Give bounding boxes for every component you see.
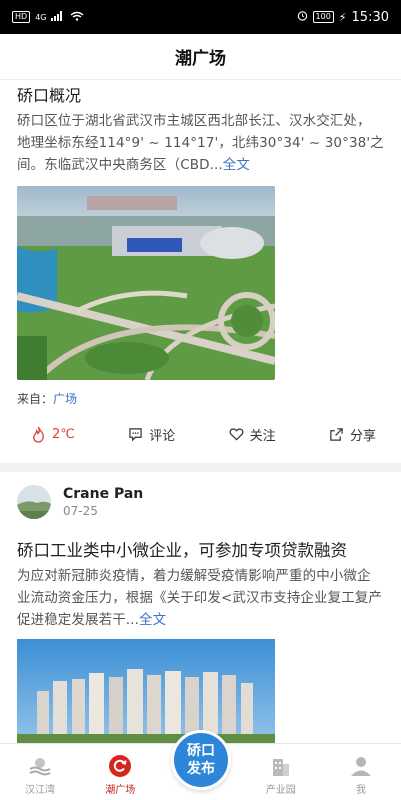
network-label: 4G bbox=[35, 12, 47, 22]
post-source: 来自：广场 bbox=[17, 390, 384, 407]
post-author[interactable]: Crane Pan 07-25 bbox=[17, 485, 384, 519]
feed-list[interactable]: 硚口概况 硚口区位于湖北省武汉市主城区西北部长江、汉水交汇处，地理坐标东经114… bbox=[0, 80, 401, 743]
status-bar: HD 4G 100 ⚡ 15:30 bbox=[0, 0, 401, 34]
follow-label: 关注 bbox=[249, 428, 276, 444]
read-more-link[interactable]: 全文 bbox=[139, 612, 166, 628]
comment-icon bbox=[128, 427, 143, 441]
comment-button[interactable]: 评论 bbox=[128, 425, 175, 444]
post-excerpt-text: 为应对新冠肺炎疫情，着力缓解受疫情影响严重的中小微企业流动资金压力，根据《关于印… bbox=[17, 568, 383, 628]
tab-label: 潮广场 bbox=[105, 785, 136, 796]
post-excerpt[interactable]: 硚口区位于湖北省武汉市主城区西北部长江、汉水交汇处，地理坐标东经114°9' ~… bbox=[17, 110, 384, 176]
tab-me[interactable]: 我 bbox=[321, 751, 401, 796]
post-title[interactable]: 硚口工业类中小微企业，可参加专项贷款融资 bbox=[17, 539, 384, 563]
source-link[interactable]: 广场 bbox=[53, 392, 77, 406]
tab-label: 我 bbox=[356, 785, 366, 796]
post-image[interactable] bbox=[17, 639, 275, 743]
flame-icon bbox=[31, 426, 46, 443]
tab-hanjiangwan[interactable]: 汉江湾 bbox=[0, 751, 80, 796]
signal-icon bbox=[51, 10, 65, 24]
heart-icon bbox=[229, 427, 244, 441]
post-actions: 2℃ 评论 关注 分享 bbox=[17, 419, 384, 449]
tab-chaoguangchang[interactable]: 潮广场 bbox=[80, 751, 160, 796]
post-image[interactable] bbox=[17, 186, 275, 380]
publish-button[interactable]: 硚口发布 bbox=[171, 730, 231, 790]
charging-icon: ⚡ bbox=[338, 10, 347, 24]
refresh-circle-icon bbox=[108, 754, 132, 781]
wifi-icon bbox=[70, 11, 84, 24]
share-button[interactable]: 分享 bbox=[329, 425, 376, 444]
top-nav: 潮广场 bbox=[0, 34, 401, 80]
river-bay-icon bbox=[28, 754, 52, 781]
hd-badge: HD bbox=[12, 11, 31, 23]
alarm-icon bbox=[297, 10, 308, 24]
hot-count: 2℃ bbox=[52, 426, 75, 442]
post-excerpt[interactable]: 为应对新冠肺炎疫情，着力缓解受疫情影响严重的中小微企业流动资金压力，根据《关于印… bbox=[17, 565, 384, 631]
post-title[interactable]: 硚口概况 bbox=[17, 84, 384, 108]
hot-button[interactable]: 2℃ bbox=[31, 426, 75, 443]
page-title: 潮广场 bbox=[175, 49, 226, 69]
comment-label: 评论 bbox=[149, 428, 176, 444]
read-more-link[interactable]: 全文 bbox=[223, 157, 250, 173]
follow-button[interactable]: 关注 bbox=[229, 425, 276, 444]
post-card[interactable]: Crane Pan 07-25 硚口工业类中小微企业，可参加专项贷款融资 为应对… bbox=[0, 485, 401, 743]
share-label: 分享 bbox=[349, 428, 376, 444]
tab-label: 产业园 bbox=[265, 785, 296, 796]
tab-label: 汉江湾 bbox=[25, 785, 55, 796]
share-icon bbox=[329, 427, 344, 442]
battery-indicator: 100 bbox=[312, 11, 334, 23]
post-card[interactable]: 硚口概况 硚口区位于湖北省武汉市主城区西北部长江、汉水交汇处，地理坐标东经114… bbox=[0, 84, 401, 449]
clock: 15:30 bbox=[351, 9, 389, 25]
tab-chanyeyuan[interactable]: 产业园 bbox=[241, 751, 321, 796]
avatar[interactable] bbox=[17, 485, 51, 519]
publish-label: 硚口发布 bbox=[187, 743, 215, 777]
source-label: 来自： bbox=[17, 392, 54, 406]
author-name[interactable]: Crane Pan bbox=[63, 486, 143, 502]
post-excerpt-text: 硚口区位于湖北省武汉市主城区西北部长江、汉水交汇处，地理坐标东经114°9' ~… bbox=[17, 113, 384, 173]
building-icon bbox=[269, 754, 293, 781]
section-divider bbox=[0, 463, 401, 472]
post-date: 07-25 bbox=[63, 504, 98, 518]
user-icon bbox=[349, 754, 373, 781]
